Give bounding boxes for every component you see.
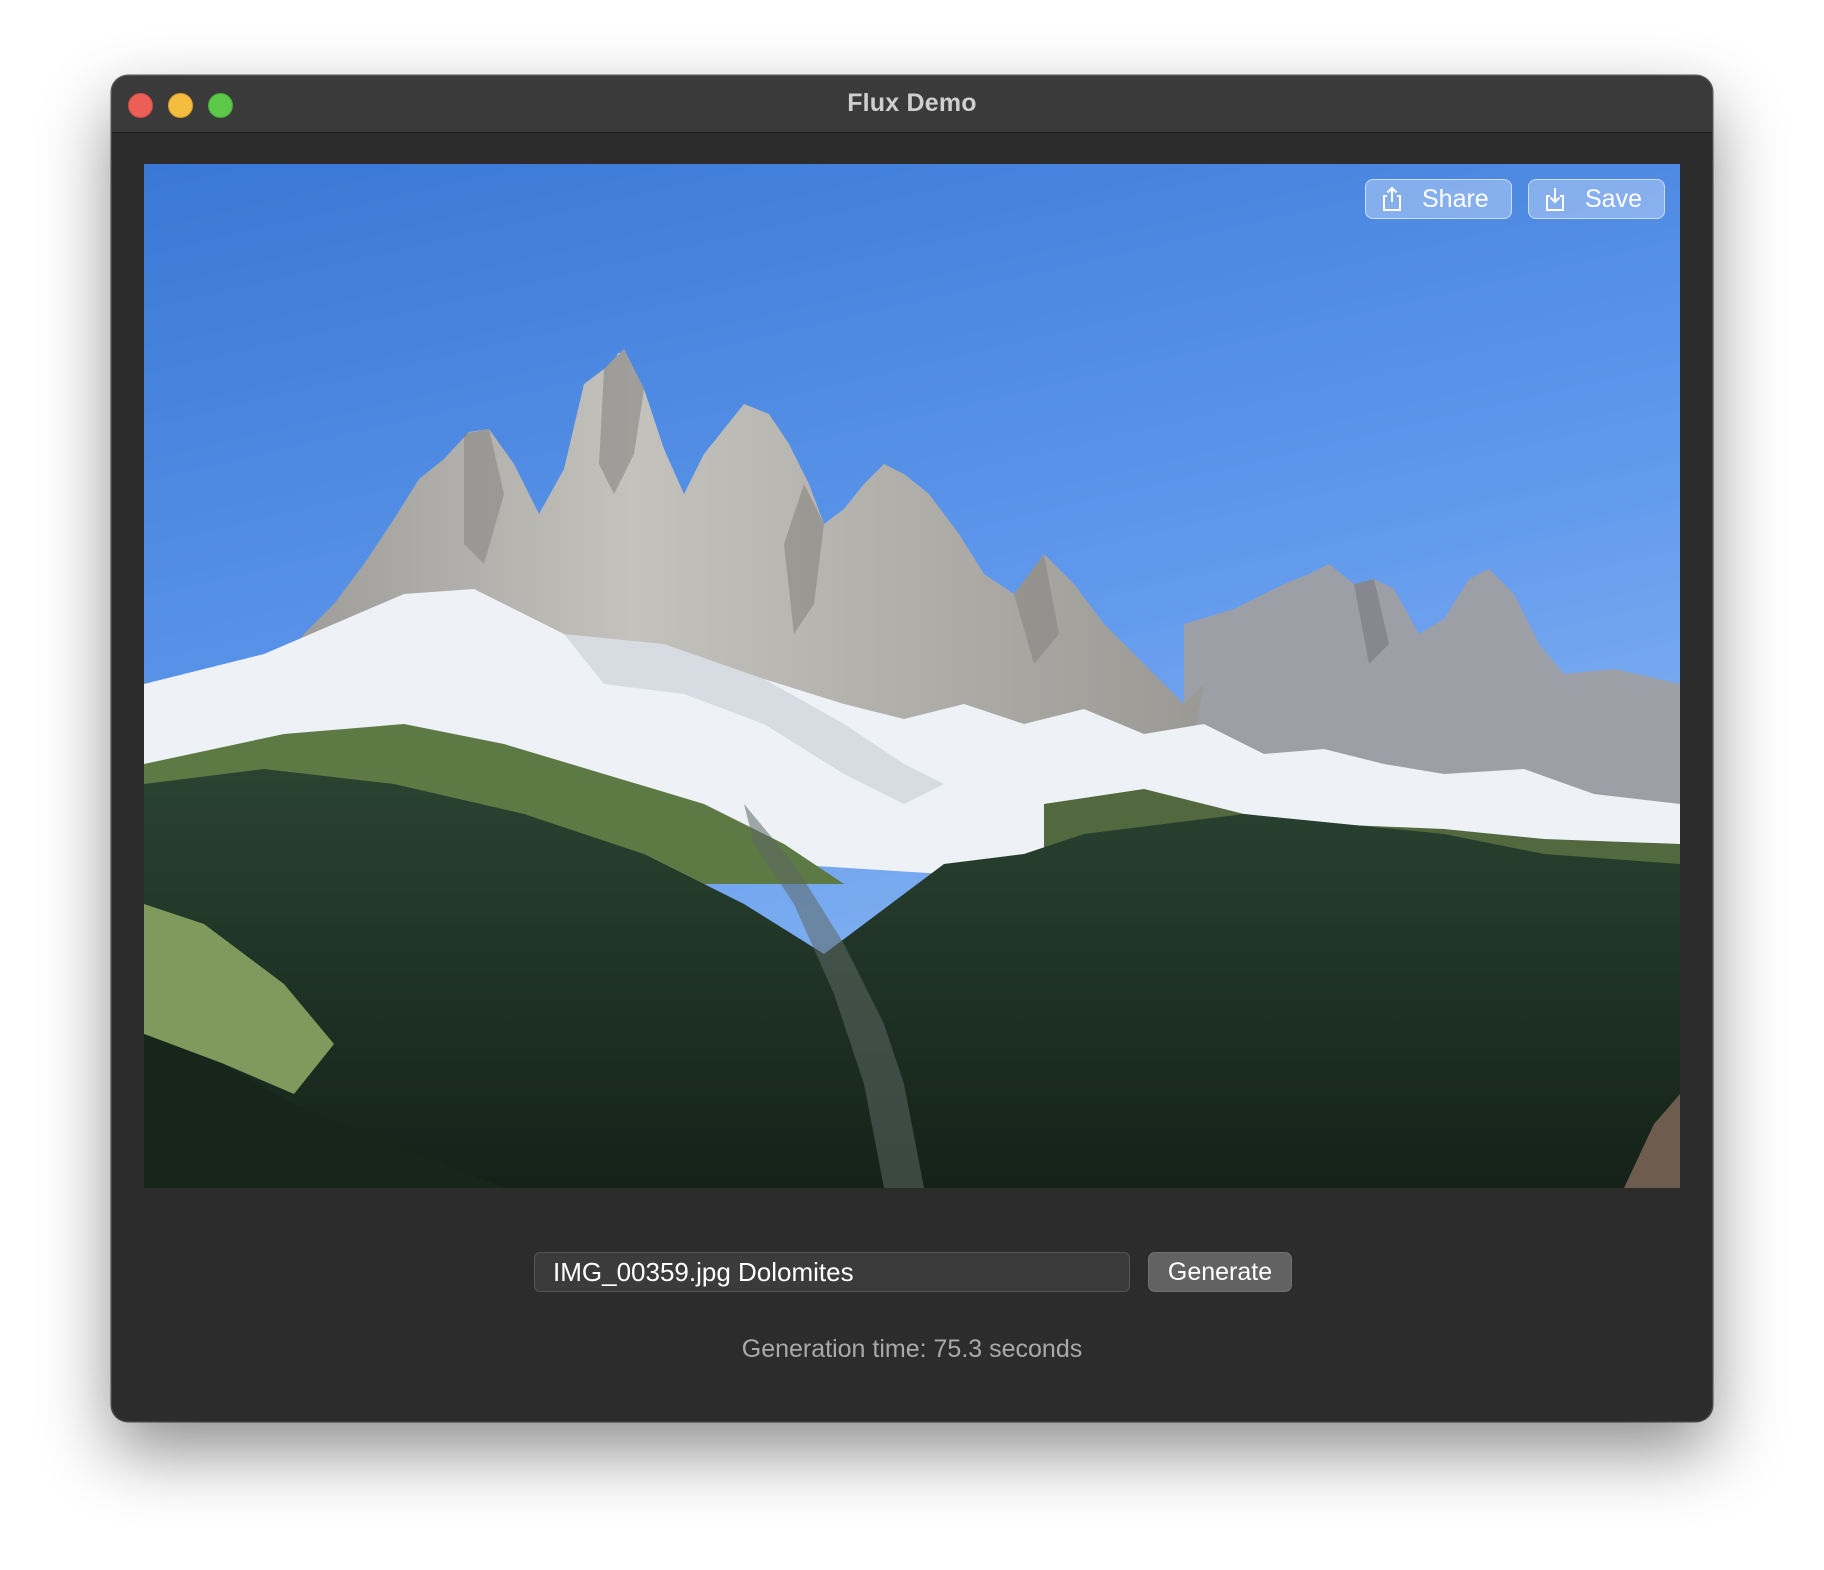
- title-bar: Flux Demo: [112, 76, 1712, 133]
- prompt-input[interactable]: [534, 1252, 1130, 1292]
- generation-time-status: Generation time: 75.3 seconds: [741, 1335, 1083, 1363]
- save-label: Save: [1585, 184, 1642, 213]
- save-icon: [1546, 188, 1564, 211]
- share-label: Share: [1422, 184, 1489, 213]
- app-window: Flux Demo Share Save IMG_00359.jpg Dolom…: [112, 76, 1712, 1421]
- mountain-landscape-image: [144, 164, 1680, 1188]
- save-button[interactable]: Save: [1528, 179, 1665, 219]
- generate-button[interactable]: Generate: [1148, 1252, 1292, 1292]
- share-icon: [1383, 186, 1401, 211]
- window-title: Flux Demo: [847, 89, 977, 117]
- share-button[interactable]: Share: [1365, 179, 1512, 219]
- generated-image: Share Save: [144, 164, 1680, 1188]
